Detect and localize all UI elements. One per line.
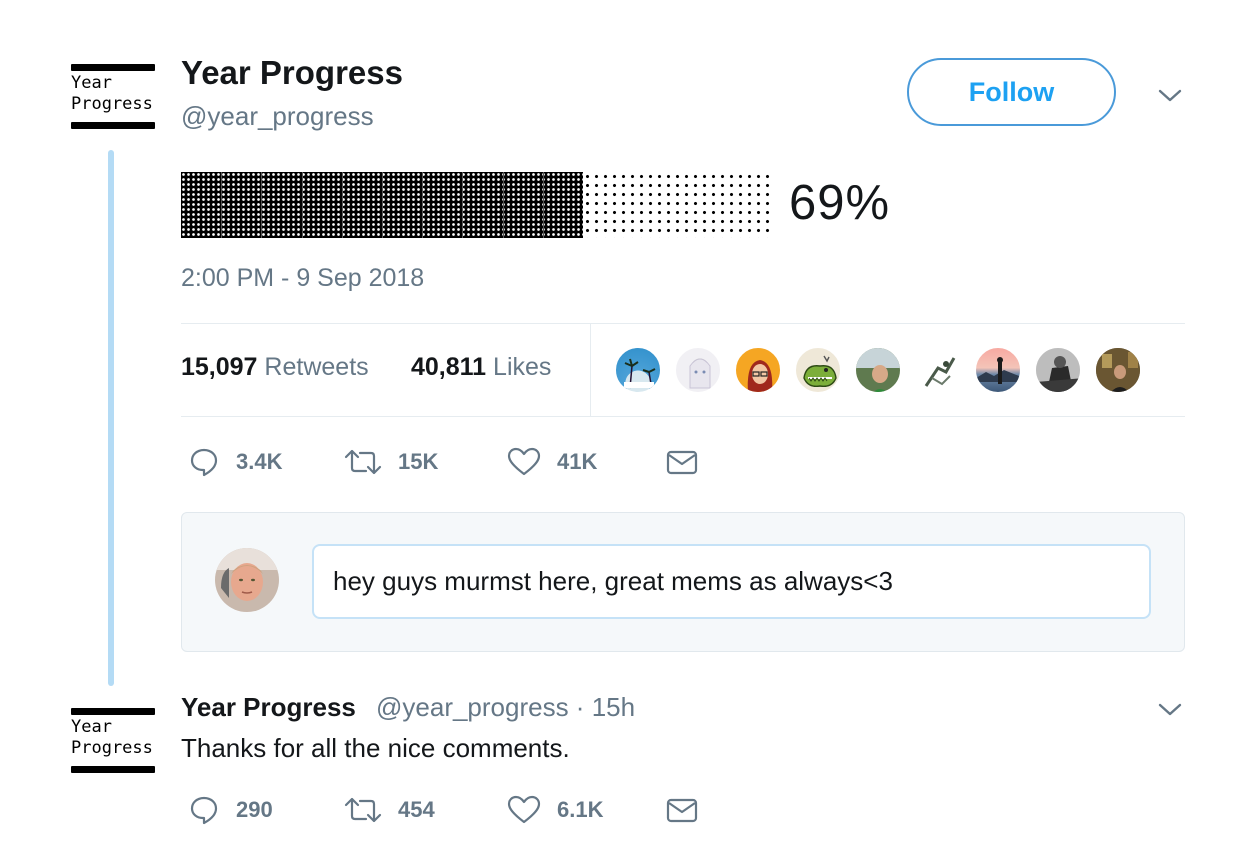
like-count: 40,811 — [411, 353, 487, 381]
retweet-label: Retweets — [264, 353, 369, 381]
progress-percentage: 69% — [789, 176, 891, 230]
logo-bar-bottom — [71, 122, 155, 129]
avatar-palm-beach[interactable] — [614, 346, 662, 394]
progress-bar-segment-line — [382, 172, 383, 238]
reply-action[interactable]: 290 — [188, 794, 273, 826]
progress-bar-segment-line — [221, 172, 222, 238]
progress-bar — [181, 172, 773, 238]
reply-icon — [190, 796, 218, 825]
progress-bar-segment-line — [503, 172, 504, 238]
envelope-icon — [666, 450, 698, 475]
reply-icon — [190, 448, 218, 477]
reply-text: Thanks for all the nice comments. — [181, 733, 570, 763]
retweet-count: 15K — [398, 449, 439, 474]
follow-button[interactable]: Follow — [907, 58, 1116, 126]
progress-bar-empty — [583, 172, 773, 238]
retweet-count: 454 — [398, 797, 435, 822]
dm-action[interactable] — [666, 447, 698, 477]
reply-action[interactable]: 3.4K — [188, 446, 282, 478]
logo-bar-bottom — [71, 766, 155, 773]
like-action[interactable]: 6.1K — [507, 794, 603, 826]
reply-count: 290 — [236, 797, 273, 822]
username[interactable]: @year_progress — [181, 101, 374, 132]
chevron-down-icon[interactable] — [1156, 700, 1184, 718]
retweet-icon — [344, 797, 382, 823]
user-avatar[interactable] — [215, 548, 279, 612]
avatar-man-room[interactable] — [1094, 346, 1142, 394]
envelope-icon — [666, 798, 698, 823]
like-action[interactable]: 41K — [507, 446, 597, 478]
display-name[interactable]: Year Progress — [181, 54, 403, 92]
heart-icon — [507, 795, 541, 824]
logo-text-year: Year — [71, 73, 112, 93]
reply-count: 3.4K — [236, 449, 283, 474]
like-count: 6.1K — [557, 797, 604, 822]
avatar-anime-white[interactable] — [674, 346, 722, 394]
progress-bar-segment-line — [543, 172, 544, 238]
avatar-sunset-lake[interactable] — [974, 346, 1022, 394]
divider — [181, 416, 1185, 417]
like-count: 41K — [557, 449, 598, 474]
retweet-action[interactable]: 15K — [344, 446, 438, 478]
logo-text-year: Year — [71, 717, 112, 737]
retweet-stats[interactable]: 15,097 Retweets — [181, 353, 369, 382]
divider — [181, 323, 1185, 324]
avatar-man-outdoors[interactable] — [854, 346, 902, 394]
progress-bar-segment-line — [302, 172, 303, 238]
like-stats[interactable]: 40,811 Likes — [411, 353, 551, 382]
logo-text-progress: Progress — [71, 94, 153, 114]
heart-icon — [507, 447, 541, 476]
logo-text-progress: Progress — [71, 738, 153, 758]
thread-line — [108, 150, 114, 686]
reply-display-name[interactable]: Year Progress — [181, 692, 356, 723]
progress-bar-segment-line — [342, 172, 343, 238]
retweet-count: 15,097 — [181, 353, 258, 381]
avatar-bw-figure[interactable] — [1034, 346, 1082, 394]
tweet-timestamp[interactable]: 2:00 PM - 9 Sep 2018 — [181, 264, 424, 293]
avatar[interactable]: Year Progress — [71, 64, 155, 130]
divider — [590, 323, 591, 416]
avatar-sketch-figure[interactable] — [914, 346, 962, 394]
logo-bar-top — [71, 708, 155, 715]
retweet-icon — [344, 449, 382, 475]
retweet-action[interactable]: 454 — [344, 794, 435, 826]
dm-action[interactable] — [666, 795, 698, 825]
chevron-down-icon[interactable] — [1156, 86, 1184, 104]
like-label: Likes — [493, 353, 552, 381]
avatar-red-hair-girl[interactable] — [734, 346, 782, 394]
avatar-green-frog[interactable] — [794, 346, 842, 394]
progress-bar-segment-line — [422, 172, 423, 238]
reply-handle-time[interactable]: @year_progress · 15h — [376, 692, 635, 723]
progress-bar-segment-line — [261, 172, 262, 238]
progress-bar-segment-line — [462, 172, 463, 238]
logo-bar-top — [71, 64, 155, 71]
reply-input[interactable]: hey guys murmst here, great mems as alwa… — [312, 544, 1151, 619]
avatar[interactable]: Year Progress — [71, 708, 155, 774]
